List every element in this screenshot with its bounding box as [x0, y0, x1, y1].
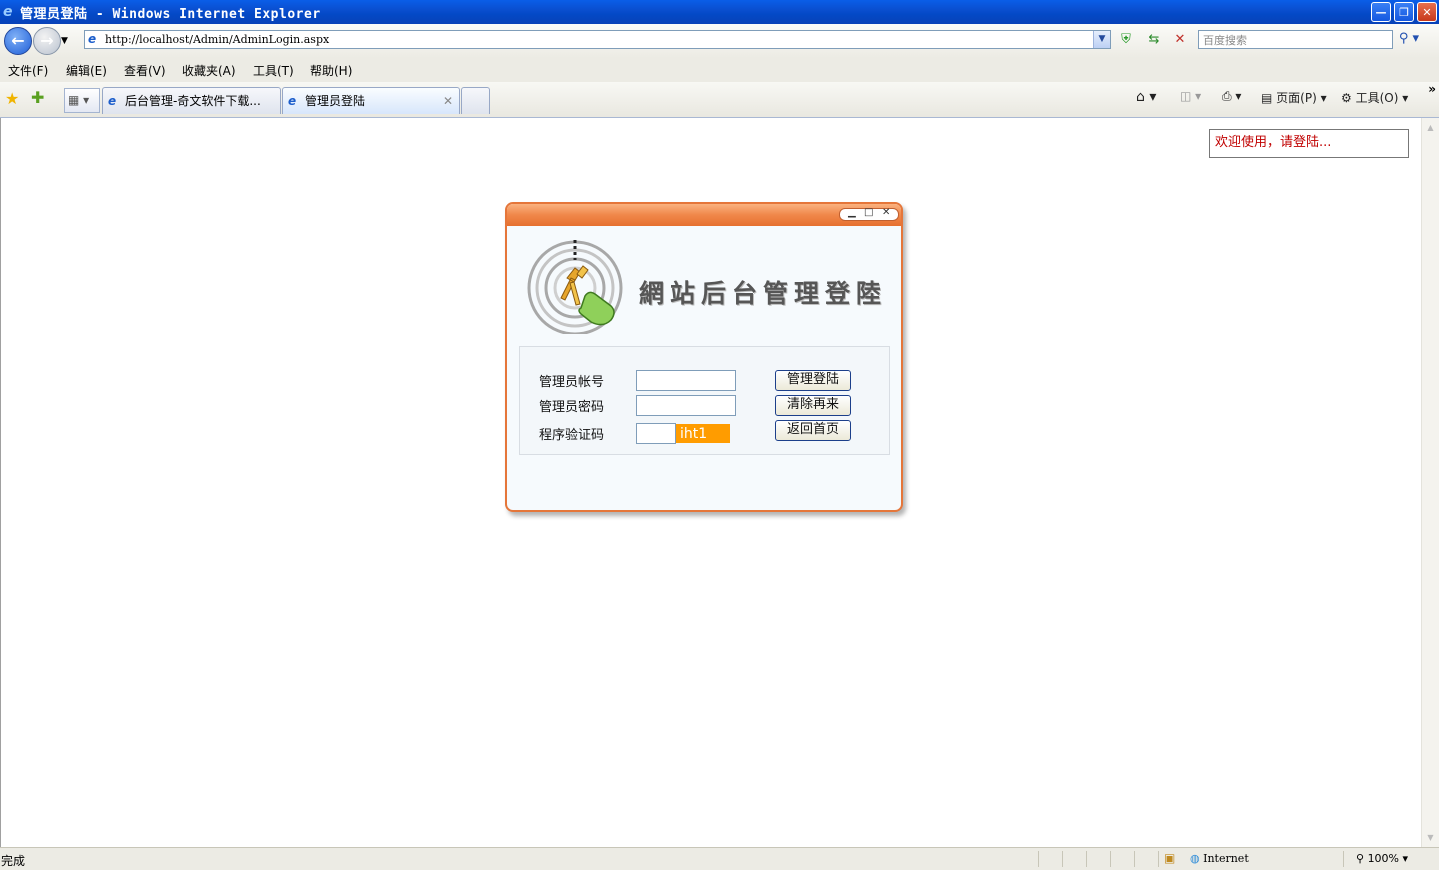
zoom-level: 100%: [1367, 852, 1400, 865]
tab-page-icon: e: [108, 94, 117, 108]
back-arrow-icon: ←: [11, 31, 25, 50]
feeds-icon[interactable]: ◫ ▾: [1180, 89, 1201, 103]
menu-bar: 文件(F) 编辑(E) 查看(V) 收藏夹(A) 工具(T) 帮助(H): [0, 58, 1439, 83]
page-menu-label: 页面(P): [1276, 91, 1317, 105]
menu-help[interactable]: 帮助(H): [310, 62, 352, 79]
print-icon[interactable]: ⎙ ▾: [1222, 89, 1241, 104]
zone-label: Internet: [1203, 852, 1249, 865]
window-title: 管理员登陆 - Windows Internet Explorer: [20, 7, 321, 22]
password-label: 管理员密码: [539, 400, 605, 415]
panel-close-icon: ✕: [882, 207, 891, 218]
title-bar: e 管理员登陆 - Windows Internet Explorer — ❐ …: [0, 0, 1439, 24]
refresh-icon[interactable]: ⇆: [1145, 31, 1163, 49]
welcome-message: 欢迎使用，请登陆...: [1209, 129, 1409, 158]
new-tab-button[interactable]: [461, 87, 490, 114]
quick-tabs-button[interactable]: ▦ ▾: [64, 88, 100, 113]
menu-favorites[interactable]: 收藏夹(A): [182, 62, 236, 79]
scroll-up-icon[interactable]: ▲: [1423, 120, 1438, 135]
captcha-input[interactable]: [636, 423, 676, 444]
login-panel: ▁ □ ✕ 網站后台管理登陸 管理员帐号 管理员密码 程序验证码 iht1 管理…: [505, 202, 903, 512]
security-shield-icon[interactable]: ⛨: [1117, 31, 1135, 49]
username-label: 管理员帐号: [539, 375, 605, 390]
back-button[interactable]: ←: [4, 27, 32, 55]
menu-edit[interactable]: 编辑(E): [66, 62, 107, 79]
panel-minimize-icon: ▁: [848, 207, 856, 218]
search-input[interactable]: 百度搜索: [1198, 30, 1393, 49]
vertical-scrollbar[interactable]: ▲ ▼: [1421, 118, 1439, 847]
status-bar: 完成 ▣ ◍ Internet ⚲ 100% ▾: [0, 847, 1439, 870]
page-menu-button[interactable]: ▤ 页面(P) ▾: [1261, 89, 1327, 106]
tab-admin-login[interactable]: e 管理员登陆 ✕: [282, 87, 460, 114]
url-text: http://localhost/Admin/AdminLogin.aspx: [105, 33, 330, 46]
page-icon: e: [88, 32, 97, 46]
login-form: 管理员帐号 管理员密码 程序验证码 iht1 管理登陆 清除再来 返回首页: [519, 346, 890, 455]
menu-tools[interactable]: 工具(T): [253, 62, 294, 79]
panel-header: ▁ □ ✕: [507, 204, 901, 226]
search-icon[interactable]: ⚲ ▾: [1398, 31, 1420, 48]
address-toolbar: ← → ▼ e http://localhost/Admin/AdminLogi…: [0, 24, 1439, 58]
panel-maximize-icon: □: [864, 207, 874, 218]
tab-label: 后台管理-奇文软件下载...: [125, 94, 261, 108]
minimize-button[interactable]: —: [1371, 2, 1391, 22]
tab-close-icon[interactable]: ✕: [443, 88, 453, 114]
tab-admin-backend[interactable]: e 后台管理-奇文软件下载...: [102, 87, 281, 114]
history-dropdown-icon[interactable]: ▼: [61, 36, 68, 46]
stop-icon[interactable]: ✕: [1171, 31, 1189, 49]
keys-hand-logo-icon: [527, 240, 623, 334]
gear-icon: ⚙: [1341, 91, 1352, 105]
username-input[interactable]: [636, 370, 736, 391]
tools-menu-label: 工具(O): [1355, 91, 1399, 105]
status-text: 完成: [1, 854, 26, 868]
tab-bar: ★ ✚ ▦ ▾ e 后台管理-奇文软件下载... e 管理员登陆 ✕ ⌂ ▾ ◫…: [0, 82, 1439, 118]
scroll-down-icon[interactable]: ▼: [1423, 830, 1438, 845]
zoom-icon: ⚲: [1356, 852, 1365, 865]
address-field[interactable]: e http://localhost/Admin/AdminLogin.aspx…: [84, 30, 1111, 49]
address-dropdown-icon[interactable]: ▼: [1093, 31, 1110, 48]
globe-icon: ◍: [1190, 852, 1200, 865]
site-title: 網站后台管理登陸: [639, 279, 888, 308]
menu-file[interactable]: 文件(F): [8, 62, 48, 79]
tab-label: 管理员登陆: [305, 94, 366, 108]
captcha-image[interactable]: iht1: [676, 424, 730, 443]
tools-menu-button[interactable]: ⚙ 工具(O) ▾: [1341, 89, 1408, 106]
password-input[interactable]: [636, 395, 736, 416]
panel-window-buttons: ▁ □ ✕: [839, 207, 899, 221]
home-button[interactable]: 返回首页: [775, 420, 851, 441]
forward-arrow-icon: →: [40, 31, 54, 50]
captcha-label: 程序验证码: [539, 428, 605, 443]
quick-tabs-icon: ▦ ▾: [68, 93, 90, 107]
close-button[interactable]: ✕: [1417, 2, 1437, 22]
zoom-control[interactable]: ⚲ 100% ▾: [1356, 852, 1408, 865]
restore-button[interactable]: ❐: [1394, 2, 1414, 22]
security-zone[interactable]: ◍ Internet: [1190, 852, 1249, 865]
ie-logo-icon: e: [3, 4, 13, 20]
tab-page-icon: e: [288, 94, 297, 108]
add-favorite-icon[interactable]: ✚: [31, 88, 44, 107]
more-chevron-icon[interactable]: »: [1428, 82, 1436, 96]
login-button[interactable]: 管理登陆: [775, 370, 851, 391]
clear-button[interactable]: 清除再来: [775, 395, 851, 416]
protected-mode-icon[interactable]: ▣: [1164, 851, 1175, 865]
forward-button[interactable]: →: [33, 27, 61, 55]
home-icon[interactable]: ⌂ ▾: [1136, 89, 1156, 105]
menu-view[interactable]: 查看(V): [124, 62, 166, 79]
favorites-star-icon[interactable]: ★: [5, 89, 19, 108]
page-icon: ▤: [1261, 91, 1273, 105]
